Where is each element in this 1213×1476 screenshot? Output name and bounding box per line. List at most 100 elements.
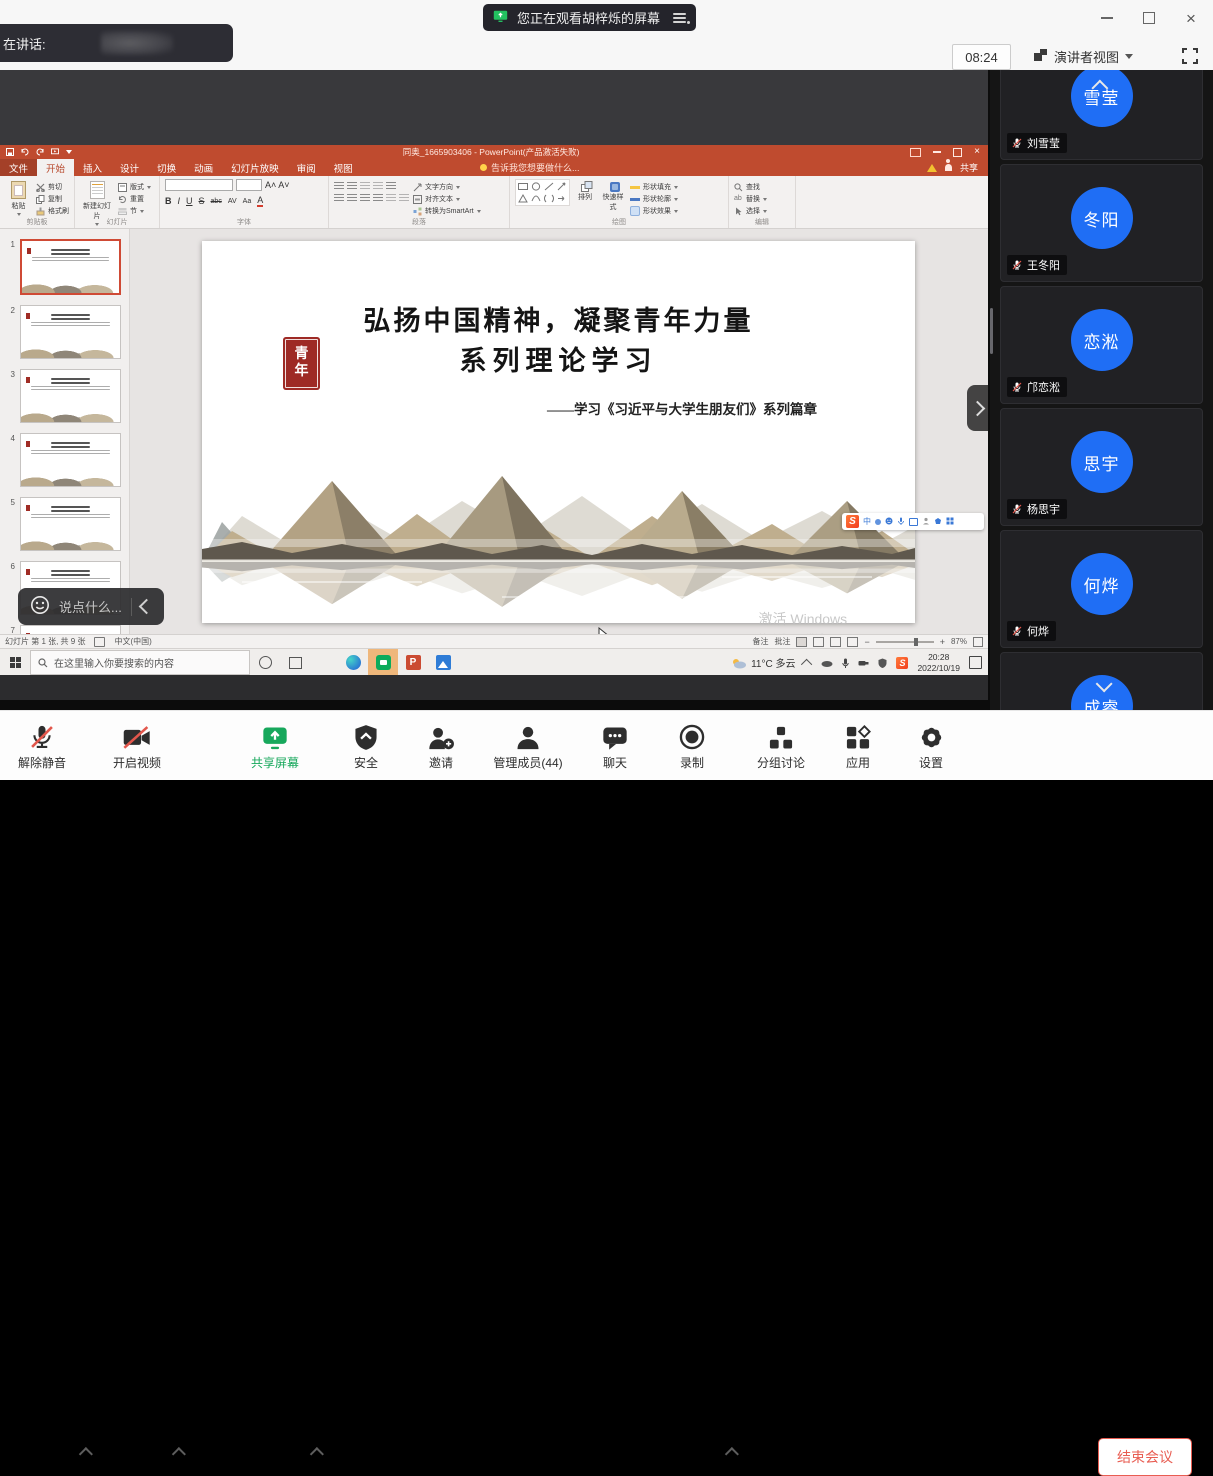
chat-placeholder[interactable]: 说点什么...	[59, 597, 122, 616]
collapse-chat-icon[interactable]	[139, 599, 155, 615]
photos-app-icon[interactable]	[428, 649, 458, 676]
language-label[interactable]: 中文(中国)	[114, 636, 151, 647]
action-center-icon[interactable]	[969, 656, 982, 669]
start-button[interactable]	[0, 657, 30, 668]
list-buttons[interactable]	[334, 182, 409, 190]
undo-icon[interactable]	[21, 148, 29, 156]
slide-thumbnail[interactable]: 3	[0, 369, 129, 423]
shape-effects-button[interactable]: 形状效果	[630, 206, 678, 216]
shape-outline-button[interactable]: 形状轮廓	[630, 194, 678, 204]
record-button[interactable]: 录制	[644, 718, 740, 771]
slide-thumbnail[interactable]: 2	[0, 305, 129, 359]
tray-expand-icon[interactable]	[801, 658, 812, 669]
unmute-button[interactable]: 解除静音	[0, 718, 90, 771]
participant-tile[interactable]: 冬阳 王冬阳	[1000, 164, 1203, 282]
slide-thumbnail[interactable]: 1	[0, 239, 129, 295]
task-view-button[interactable]	[280, 649, 310, 676]
zoom-in-icon[interactable]: +	[940, 637, 945, 647]
notes-button[interactable]: 备注	[752, 636, 768, 647]
mic-tray-icon[interactable]	[842, 658, 849, 668]
taskbar-weather[interactable]: 11°C 多云	[731, 655, 795, 670]
record-options-chevron[interactable]	[729, 1447, 739, 1457]
format-painter-button[interactable]: 格式刷	[36, 206, 69, 216]
share-options-chevron[interactable]	[314, 1447, 324, 1457]
zoom-out-icon[interactable]: −	[864, 637, 869, 647]
onedrive-tray-icon[interactable]	[821, 658, 833, 667]
minimize-button[interactable]	[1099, 10, 1115, 26]
watching-banner[interactable]: 您正在观看胡梓烁的屏幕	[483, 4, 696, 31]
banner-menu-icon[interactable]	[673, 13, 686, 23]
participant-tile[interactable]: 何烨 何烨	[1000, 530, 1203, 648]
ribbon-tab[interactable]: 审阅	[288, 159, 325, 176]
ribbon-tab[interactable]: 切换	[148, 159, 185, 176]
chat-quick-input[interactable]: 说点什么...	[18, 588, 164, 625]
paste-button[interactable]: 粘贴	[5, 179, 32, 216]
powerpoint-taskbar-icon[interactable]: P	[398, 649, 428, 676]
tellme-box[interactable]: 告诉我您想要做什么...	[470, 159, 590, 176]
close-button[interactable]: ×	[1183, 10, 1199, 26]
redo-icon[interactable]	[36, 148, 44, 156]
ppt-share-label[interactable]: 共享	[960, 161, 978, 174]
ribbon-tab[interactable]: 开始	[37, 159, 74, 176]
ppt-minimize-icon[interactable]	[933, 151, 941, 153]
font-size-box[interactable]	[236, 179, 262, 191]
arrange-button[interactable]: 排列	[574, 179, 596, 202]
ribbon-tab[interactable]: 幻灯片放映	[222, 159, 288, 176]
comments-button[interactable]: 批注	[774, 636, 790, 647]
usb-tray-icon[interactable]	[858, 659, 869, 667]
ppt-restore-icon[interactable]	[953, 148, 962, 157]
reading-view-icon[interactable]	[830, 637, 841, 647]
sogou-tray-icon[interactable]: S	[896, 657, 908, 669]
sidebar-expand-tab[interactable]	[967, 385, 988, 431]
video-options-chevron[interactable]	[176, 1447, 186, 1457]
start-video-button[interactable]: 开启视频	[89, 718, 185, 771]
invite-button[interactable]: 邀请	[393, 718, 489, 771]
zoom-percent[interactable]: 87%	[951, 637, 967, 646]
fit-slide-icon[interactable]	[973, 637, 983, 647]
security-tray-icon[interactable]	[878, 658, 887, 668]
mic-options-chevron[interactable]	[83, 1447, 93, 1457]
ribbon-tab[interactable]: 文件	[0, 159, 37, 176]
end-meeting-button[interactable]: 结束会议	[1098, 1438, 1192, 1476]
share-screen-button[interactable]: 共享屏幕	[227, 718, 323, 771]
layout-button[interactable]: 版式	[118, 182, 151, 192]
manage-members-button[interactable]: 管理成员(44)	[480, 718, 576, 771]
normal-view-icon[interactable]	[796, 637, 807, 647]
current-slide[interactable]: 青 年 弘扬中国精神，凝聚青年力量 系列理论学习 ——学习《习近平与大学生朋友们…	[202, 241, 915, 623]
select-button[interactable]: 选择	[734, 206, 767, 216]
participant-tile[interactable]: 思宇 杨思宇	[1000, 408, 1203, 526]
align-buttons[interactable]	[334, 194, 409, 202]
ribbon-tab[interactable]: 设计	[111, 159, 148, 176]
quick-styles-button[interactable]: 快速样式	[600, 179, 626, 212]
shapes-gallery[interactable]	[515, 179, 570, 206]
meeting-app-icon[interactable]	[368, 649, 398, 676]
section-button[interactable]: 节	[118, 206, 151, 216]
reset-button[interactable]: 重置	[118, 194, 151, 204]
scroll-down-chevron[interactable]	[1096, 680, 1108, 692]
ribbon-tab[interactable]: 视图	[325, 159, 362, 176]
cortana-button[interactable]	[250, 649, 280, 676]
taskbar-search[interactable]: 在这里输入你要搜索的内容	[30, 650, 250, 675]
zoom-slider[interactable]	[876, 641, 934, 643]
shape-fill-button[interactable]: 形状填充	[630, 182, 678, 192]
sogou-input-toolbar[interactable]: S 中	[842, 513, 984, 530]
scroll-up-chevron[interactable]	[1096, 80, 1108, 92]
sidebar-scrollbar[interactable]	[990, 308, 993, 354]
ppt-close-icon[interactable]: ×	[974, 147, 980, 157]
copy-button[interactable]: 复制	[36, 194, 69, 204]
fullscreen-button[interactable]	[1179, 45, 1201, 67]
taskbar-clock[interactable]: 20:28 2022/10/19	[917, 652, 960, 673]
emoji-smiley-icon[interactable]	[30, 595, 50, 618]
align-text-button[interactable]: 对齐文本	[413, 194, 481, 204]
view-mode-button[interactable]: 演讲者视图	[1033, 44, 1133, 68]
edge-icon[interactable]	[338, 649, 368, 676]
sorter-view-icon[interactable]	[813, 637, 824, 647]
warning-icon[interactable]	[927, 164, 937, 172]
font-format-buttons[interactable]: BIUSabcAVAaA	[165, 195, 266, 207]
settings-button[interactable]: 设置	[883, 718, 979, 771]
slideshow-icon[interactable]	[51, 148, 59, 156]
maximize-button[interactable]	[1141, 10, 1157, 26]
smartart-button[interactable]: 转换为SmartArt	[413, 206, 481, 216]
font-name-box[interactable]	[165, 179, 233, 191]
find-button[interactable]: 查找	[734, 182, 767, 192]
